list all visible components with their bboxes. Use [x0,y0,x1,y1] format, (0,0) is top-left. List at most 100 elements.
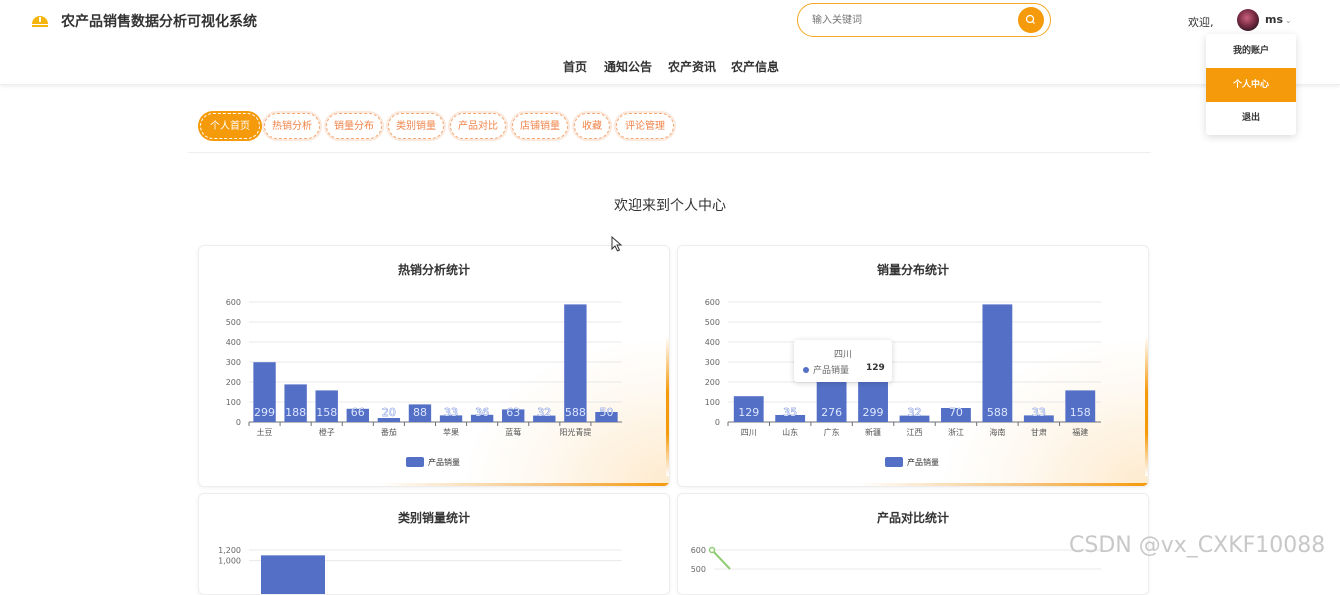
divider [188,152,1151,153]
search-icon [1025,14,1035,24]
watermark: CSDN @vx_CXKF10088 [1069,533,1326,558]
y-tick-label: 0 [236,418,241,427]
tab-favorites[interactable]: 收藏 [574,113,610,139]
y-tick-label: 100 [705,398,720,407]
legend-swatch [885,457,903,467]
bar-value-label: 158 [316,406,337,419]
x-tick-label: 四川 [741,428,757,437]
tab-category-sales[interactable]: 类别销量 [388,113,444,139]
top-header: 农产品销售数据分析可视化系统 欢迎, ms ⌄ 首页 通知公告 农产资讯 农产信… [0,0,1340,85]
y-tick-label: 600 [691,546,706,555]
tooltip-category: 四川 [833,350,852,360]
x-tick-label: 江西 [907,428,923,437]
y-tick-label: 1,000 [218,557,241,566]
avatar[interactable] [1237,9,1259,31]
bar-value-label: 33 [1032,406,1046,419]
bar-value-label: 33 [444,406,458,419]
bar-value-label: 36 [475,406,489,419]
x-tick-label: 海南 [989,427,1005,437]
welcome-text: 欢迎, [1188,16,1214,29]
search-button[interactable] [1018,7,1044,33]
page-title: 欢迎来到个人中心 [614,198,726,214]
chevron-down-icon[interactable]: ⌄ [1285,16,1292,25]
y-tick-label: 500 [226,318,241,327]
bar [564,304,587,422]
x-tick-label: 苹果 [443,427,459,437]
hot-sales-bar-chart: 0 100 200 300 400 500 600 299 土豆 188 158 橙子 66 20 番茄 88… [226,298,622,467]
y-tick-label: 500 [691,565,706,574]
y-tick-label: 600 [705,298,720,307]
bar [261,555,325,594]
bar-value-label: 35 [783,406,797,419]
y-tick-label: 100 [226,398,241,407]
menu-item-logout[interactable]: 退出 [1206,101,1296,135]
site-title[interactable]: 农产品销售数据分析可视化系统 [61,11,257,31]
x-tick-label: 广东 [824,427,840,437]
y-tick-label: 600 [226,298,241,307]
y-tick-label: 300 [705,358,720,367]
y-tick-label: 400 [705,338,720,347]
nav-notice[interactable]: 通知公告 [604,58,652,75]
bar-value-label: 588 [987,406,1008,419]
user-dropdown-menu: 我的账户 个人中心 退出 [1206,34,1296,135]
menu-item-personal-center[interactable]: 个人中心 [1206,68,1296,102]
nav-news[interactable]: 农产资讯 [668,58,716,75]
search-box [797,3,1051,37]
menu-item-my-account[interactable]: 我的账户 [1206,34,1296,68]
y-tick-label: 0 [715,418,720,427]
x-tick-label: 新疆 [865,427,881,437]
tab-personal-home[interactable]: 个人首页 [200,113,260,139]
nav-products[interactable]: 农产信息 [731,58,779,75]
chart-card-sales-distribution: 销量分布统计 0 100 200 300 400 500 600 129 四川 35 山东 276 广东… [677,245,1149,487]
y-tick-label: 1,200 [218,546,241,555]
tab-sales-distribution[interactable]: 销量分布 [326,113,382,139]
bar-value-label: 588 [565,406,586,419]
tooltip-value: 129 [866,363,885,373]
y-tick-label: 200 [226,378,241,387]
chart-card-hot-sales: 热销分析统计 0 100 200 300 400 500 600 299 土豆 188 158 橙子 6… [198,245,670,487]
y-tick-label: 400 [226,338,241,347]
x-tick-label: 浙江 [948,427,964,437]
x-tick-label: 福建 [1072,427,1088,437]
bar-value-label: 129 [738,406,759,419]
bar-value-label: 188 [285,406,306,419]
x-tick-label: 阳光青提 [559,427,591,437]
bar [982,304,1013,422]
sales-distribution-bar-chart: 0 100 200 300 400 500 600 129 四川 35 山东 276 广东 299 新疆 32… [705,298,1101,467]
x-tick-label: 土豆 [257,427,273,437]
bar-value-label: 299 [254,406,275,419]
tab-product-compare[interactable]: 产品对比 [450,113,506,139]
cursor-icon [611,236,623,252]
bar-value-label: 20 [382,406,396,419]
x-tick-label: 蓝莓 [505,427,521,437]
x-tick-label: 山东 [782,427,798,437]
search-input[interactable] [812,12,1002,28]
y-tick-label: 200 [705,378,720,387]
legend-label: 产品销量 [907,457,939,467]
tooltip-series: 产品销量 [813,366,850,376]
tooltip-marker [803,367,809,373]
chart-card-category-sales: 类别销量统计 1,200 1,000 [198,493,670,595]
bar-value-label: 66 [351,406,365,419]
bar-value-label: 158 [1070,406,1091,419]
x-tick-label: 橙子 [319,427,335,437]
line-point [708,546,716,554]
x-tick-label: 甘肃 [1031,427,1047,437]
y-tick-label: 300 [226,358,241,367]
bar-value-label: 50 [599,406,613,419]
tab-comment-management[interactable]: 评论管理 [616,113,674,139]
chart-tooltip: 四川 产品销量 129 [794,340,892,382]
nav-home[interactable]: 首页 [563,58,587,75]
series-line [711,549,731,570]
x-tick-label: 番茄 [381,427,397,437]
bar-value-label: 32 [537,406,551,419]
tab-shop-sales[interactable]: 店铺销量 [512,113,568,139]
username[interactable]: ms [1265,13,1283,26]
y-tick-label: 500 [705,318,720,327]
bar-value-label: 32 [908,406,922,419]
bar-value-label: 299 [863,406,884,419]
legend-label: 产品销量 [428,457,460,467]
legend-swatch [406,457,424,467]
category-sales-bar-chart: 1,200 1,000 [218,546,622,594]
tab-hot-sales[interactable]: 热销分析 [264,113,320,139]
